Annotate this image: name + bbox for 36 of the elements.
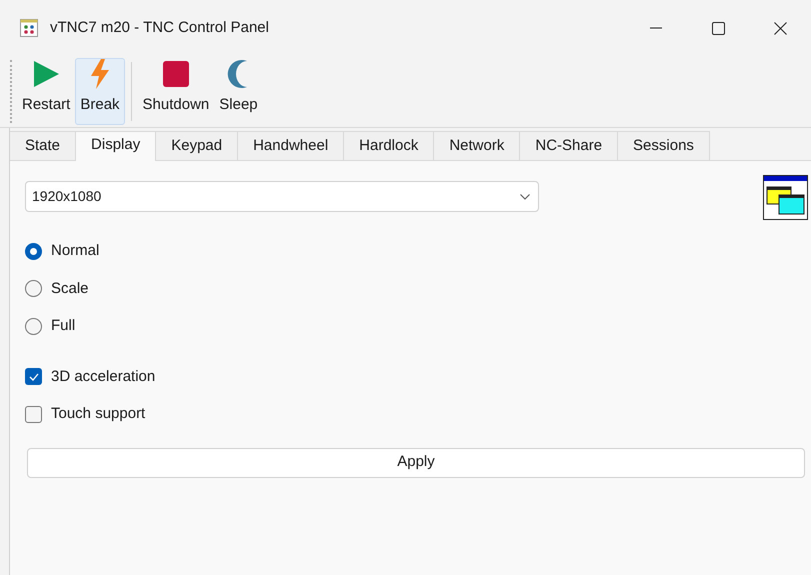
radio-button[interactable] (25, 280, 42, 298)
app-icon (20, 19, 38, 37)
close-icon (774, 22, 786, 34)
minimize-icon (650, 27, 662, 29)
toolbar-button[interactable]: Break (75, 58, 125, 125)
radio-option[interactable]: Scale (25, 278, 89, 300)
tab[interactable]: Handwheel (238, 131, 344, 161)
windows-icon (763, 175, 808, 220)
tab[interactable]: Network (434, 131, 520, 161)
checkbox[interactable] (25, 368, 42, 386)
tab[interactable]: Keypad (156, 131, 238, 161)
checkbox[interactable] (25, 406, 42, 423)
maximize-icon (712, 22, 724, 34)
tab[interactable]: Sessions (618, 131, 710, 161)
resolution-dropdown[interactable]: 1920x1080 (25, 181, 539, 212)
chevron-down-icon (520, 194, 530, 200)
stop-icon (162, 61, 189, 88)
tab[interactable]: Display (76, 131, 156, 161)
play-icon (31, 59, 62, 90)
lightning-icon (88, 59, 111, 90)
radio-option[interactable]: Full (25, 315, 76, 338)
toolbar-grip (10, 60, 13, 123)
apply-button[interactable]: Apply (27, 448, 805, 478)
window-title: vTNC7 m20 - TNC Control Panel (50, 18, 269, 38)
checkmark-icon (28, 372, 38, 381)
radio-button[interactable] (25, 242, 42, 260)
checkbox-option[interactable]: Touch support (25, 403, 146, 426)
toolbar-button[interactable]: Restart (17, 58, 76, 125)
radio-button[interactable] (25, 318, 42, 335)
toolbar-button[interactable]: Shutdown (138, 58, 214, 125)
radio-option[interactable]: Normal (25, 240, 100, 262)
checkbox-option[interactable]: 3D acceleration (25, 366, 156, 388)
toolbar-button[interactable]: Sleep (214, 58, 263, 125)
tab[interactable]: NC-Share (520, 131, 618, 161)
tab[interactable]: Hardlock (344, 131, 434, 161)
tab[interactable]: State (10, 131, 76, 161)
